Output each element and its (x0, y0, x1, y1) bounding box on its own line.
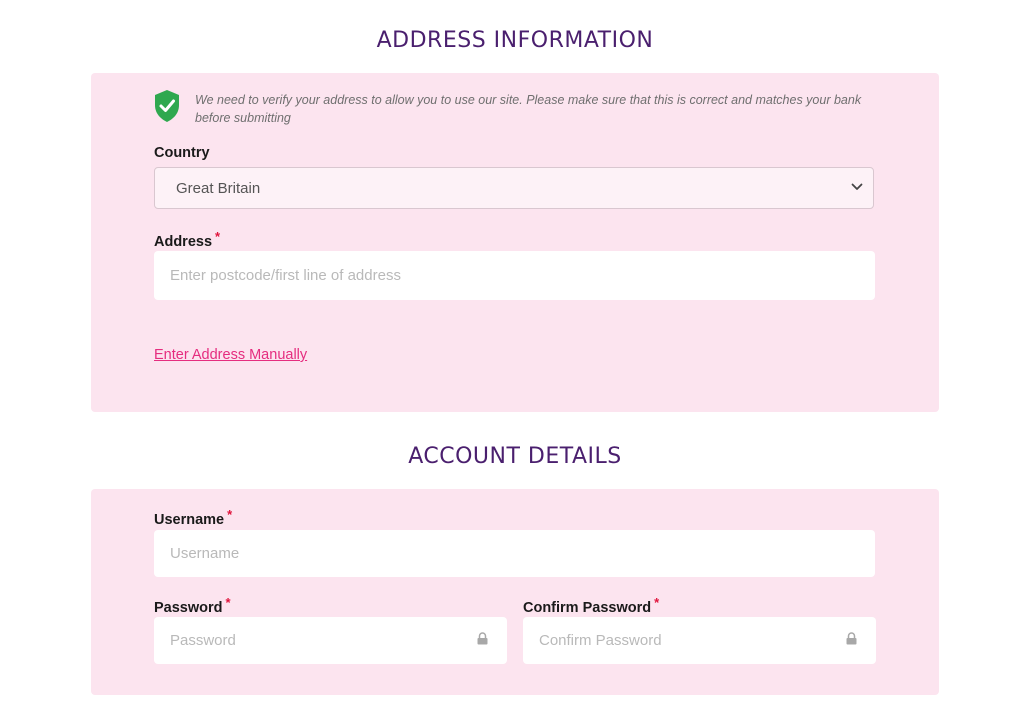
account-panel: Username * Username Password * Password Co… (91, 489, 939, 695)
username-label-text: Username (154, 512, 225, 528)
shield-check-icon (155, 90, 179, 122)
country-select[interactable]: Great Britain (154, 167, 874, 209)
country-select-value: Great Britain (176, 180, 261, 197)
username-input[interactable]: Username (154, 530, 875, 577)
password-label: Password * (154, 595, 231, 616)
required-marker: * (654, 595, 660, 610)
chevron-down-icon (851, 183, 863, 190)
confirm-password-label-text: Confirm Password (523, 600, 652, 616)
account-section-title: ACCOUNT DETAILS (408, 444, 622, 469)
required-marker: * (225, 595, 231, 610)
required-marker: * (215, 229, 221, 244)
confirm-password-label: Confirm Password * (523, 595, 659, 616)
username-input-placeholder: Username (170, 545, 240, 562)
address-input-placeholder: Enter postcode/first line of address (170, 267, 401, 284)
verification-notice-text: We need to verify your address to allow … (195, 93, 862, 125)
lock-icon (846, 632, 857, 645)
required-marker: * (227, 507, 233, 522)
address-label: Address * (154, 229, 220, 250)
password-input[interactable]: Password (154, 617, 507, 664)
password-label-text: Password (154, 600, 223, 616)
lock-icon (477, 632, 488, 645)
password-input-placeholder: Password (170, 632, 236, 649)
address-section-title: ADDRESS INFORMATION (376, 28, 654, 53)
username-label: Username * (154, 507, 232, 528)
confirm-password-input[interactable]: Confirm Password (523, 617, 876, 664)
country-label-text: Country (154, 145, 210, 161)
address-label-text: Address (154, 234, 213, 250)
country-label: Country (154, 145, 210, 161)
address-panel: We need to verify your address to allow … (91, 73, 939, 412)
address-input[interactable]: Enter postcode/first line of address (154, 251, 875, 300)
confirm-password-input-placeholder: Confirm Password (539, 632, 662, 649)
enter-address-manually-link[interactable]: Enter Address Manually (154, 347, 307, 363)
verification-notice: We need to verify your address to allow … (154, 89, 874, 129)
